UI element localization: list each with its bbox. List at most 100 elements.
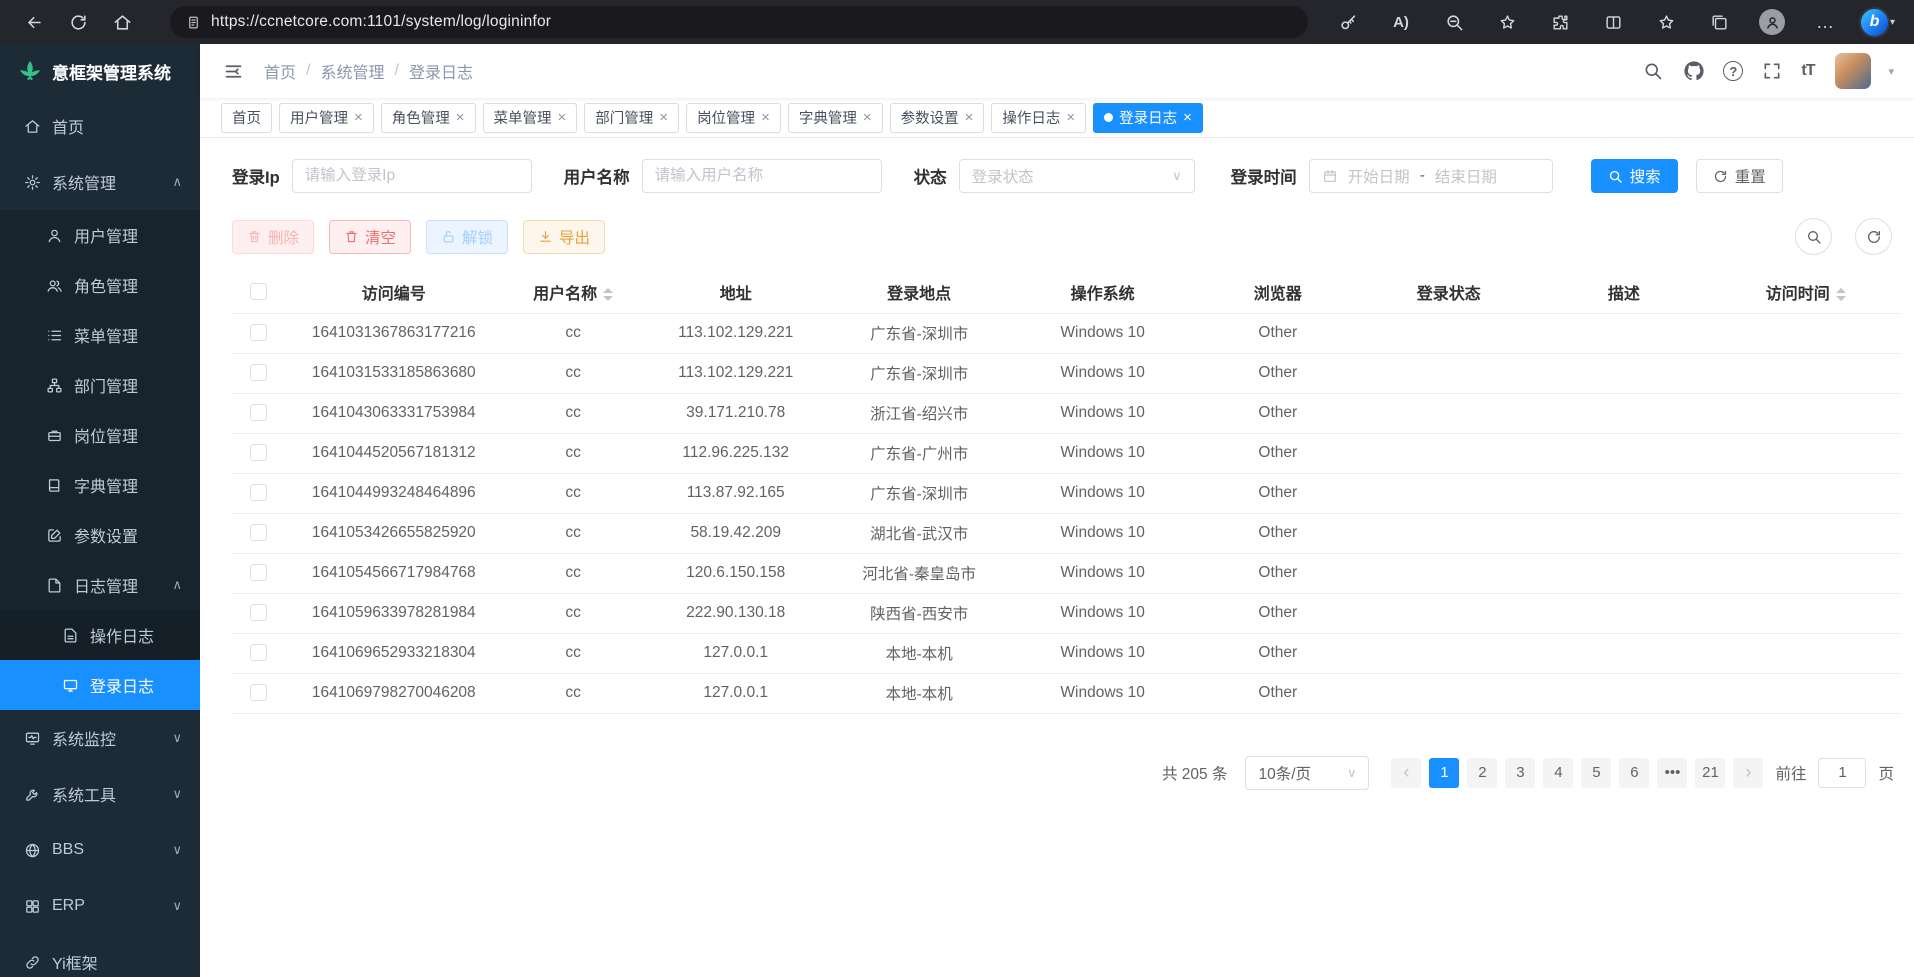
status-select[interactable]: 登录状态 ∨	[959, 159, 1195, 193]
tab-post-management[interactable]: 岗位管理×	[686, 103, 781, 133]
sidebar-item-yi-framework[interactable]: Yi框架	[0, 934, 200, 977]
row-checkbox[interactable]	[250, 484, 267, 501]
search-button[interactable]: 搜索	[1591, 159, 1678, 193]
next-page-button[interactable]: ›	[1733, 758, 1763, 788]
read-aloud-button[interactable]: A)	[1379, 4, 1423, 40]
page-button-1[interactable]: 1	[1429, 758, 1459, 788]
tab-operation-log[interactable]: 操作日志×	[991, 103, 1086, 133]
breadcrumb-system-management[interactable]: 系统管理	[320, 59, 384, 83]
password-key-button[interactable]	[1326, 4, 1370, 40]
export-button[interactable]: 导出	[523, 220, 605, 254]
tab-home[interactable]: 首页	[221, 103, 272, 133]
page-button-3[interactable]: 3	[1505, 758, 1535, 788]
browser-profile-button[interactable]	[1750, 4, 1794, 40]
help-button[interactable]: ?	[1723, 61, 1743, 81]
collections-button[interactable]	[1697, 4, 1741, 40]
page-button-4[interactable]: 4	[1543, 758, 1573, 788]
username-input[interactable]	[655, 167, 869, 185]
date-range-picker[interactable]: 开始日期 - 结束日期	[1309, 159, 1553, 193]
browser-menu-button[interactable]: …	[1803, 4, 1847, 40]
add-favorite-button[interactable]	[1485, 4, 1529, 40]
close-icon[interactable]: ×	[659, 110, 668, 125]
select-all-checkbox[interactable]	[250, 283, 267, 300]
sidebar-item-home[interactable]: 首页	[0, 98, 200, 154]
sidebar-item-system-management[interactable]: 系统管理 ∧	[0, 154, 200, 210]
sidebar-item-operation-log[interactable]: 操作日志	[0, 610, 200, 660]
sidebar-item-user-management[interactable]: 用户管理	[0, 210, 200, 260]
row-checkbox[interactable]	[250, 644, 267, 661]
address-bar[interactable]: https://ccnetcore.com:1101/system/log/lo…	[170, 6, 1308, 38]
jump-page-input[interactable]	[1818, 758, 1866, 788]
row-checkbox[interactable]	[250, 324, 267, 341]
sidebar-item-dict-management[interactable]: 字典管理	[0, 460, 200, 510]
tab-param-settings[interactable]: 参数设置×	[890, 103, 985, 133]
sort-icon[interactable]	[1836, 288, 1846, 301]
page-button-21[interactable]: 21	[1695, 758, 1725, 788]
user-avatar[interactable]	[1835, 53, 1871, 89]
fullscreen-button[interactable]	[1760, 59, 1784, 83]
page-size-select[interactable]: 10条/页 ∨	[1245, 756, 1369, 790]
sidebar-item-menu-management[interactable]: 菜单管理	[0, 310, 200, 360]
row-checkbox[interactable]	[250, 364, 267, 381]
tab-dept-management[interactable]: 部门管理×	[584, 103, 679, 133]
tab-user-management[interactable]: 用户管理×	[279, 103, 374, 133]
zoom-out-button[interactable]	[1432, 4, 1476, 40]
reset-button[interactable]: 重置	[1696, 159, 1783, 193]
sidebar-toggle-button[interactable]	[214, 52, 252, 90]
avatar-caret-icon[interactable]: ▾	[1888, 65, 1894, 78]
page-info-icon[interactable]	[186, 15, 201, 30]
split-screen-button[interactable]	[1591, 4, 1635, 40]
sidebar-item-param-settings[interactable]: 参数设置	[0, 510, 200, 560]
sidebar-item-system-tools[interactable]: 系统工具 ∨	[0, 766, 200, 822]
column-access-time[interactable]: 访问时间	[1711, 271, 1900, 313]
row-checkbox[interactable]	[250, 564, 267, 581]
sidebar-item-role-management[interactable]: 角色管理	[0, 260, 200, 310]
page-button-5[interactable]: 5	[1581, 758, 1611, 788]
clear-button[interactable]: 清空	[329, 220, 411, 254]
row-checkbox[interactable]	[250, 684, 267, 701]
close-icon[interactable]: ×	[965, 110, 974, 125]
page-button-2[interactable]: 2	[1467, 758, 1497, 788]
header-search-button[interactable]	[1641, 59, 1665, 83]
font-size-button[interactable]: tT	[1801, 62, 1814, 80]
sidebar-item-login-log[interactable]: 登录日志	[0, 660, 200, 710]
end-date-placeholder[interactable]: 结束日期	[1435, 165, 1497, 187]
row-checkbox[interactable]	[250, 604, 267, 621]
sort-icon[interactable]	[603, 288, 613, 301]
refresh-table-button[interactable]	[1855, 218, 1892, 255]
extensions-button[interactable]	[1538, 4, 1582, 40]
github-button[interactable]	[1682, 59, 1706, 83]
row-checkbox[interactable]	[250, 444, 267, 461]
more-pages-button[interactable]: •••	[1657, 758, 1687, 788]
close-icon[interactable]: ×	[354, 110, 363, 125]
start-date-placeholder[interactable]: 开始日期	[1348, 165, 1410, 187]
page-button-6[interactable]: 6	[1619, 758, 1649, 788]
favorites-button[interactable]	[1644, 4, 1688, 40]
url-text[interactable]: https://ccnetcore.com:1101/system/log/lo…	[211, 13, 551, 31]
browser-back-button[interactable]	[12, 4, 56, 40]
close-icon[interactable]: ×	[863, 110, 872, 125]
sidebar-item-erp[interactable]: ERP ∨	[0, 878, 200, 934]
login-ip-input[interactable]	[305, 167, 519, 185]
close-icon[interactable]: ×	[558, 110, 567, 125]
tab-role-management[interactable]: 角色管理×	[381, 103, 476, 133]
browser-home-button[interactable]	[100, 4, 144, 40]
delete-button[interactable]: 删除	[232, 220, 314, 254]
breadcrumb-home[interactable]: 首页	[264, 59, 296, 83]
close-icon[interactable]: ×	[1066, 110, 1075, 125]
sidebar-item-dept-management[interactable]: 部门管理	[0, 360, 200, 410]
prev-page-button[interactable]: ‹	[1391, 758, 1421, 788]
row-checkbox[interactable]	[250, 404, 267, 421]
sidebar-item-bbs[interactable]: BBS ∨	[0, 822, 200, 878]
sidebar-item-system-monitor[interactable]: 系统监控 ∨	[0, 710, 200, 766]
close-icon[interactable]: ×	[761, 110, 770, 125]
tab-login-log[interactable]: 登录日志×	[1093, 103, 1203, 133]
sidebar-item-post-management[interactable]: 岗位管理	[0, 410, 200, 460]
tab-dict-management[interactable]: 字典管理×	[788, 103, 883, 133]
sidebar-item-log-management[interactable]: 日志管理 ∧	[0, 560, 200, 610]
column-username[interactable]: 用户名称	[502, 271, 644, 313]
unlock-button[interactable]: 解锁	[426, 220, 508, 254]
close-icon[interactable]: ×	[1183, 110, 1192, 125]
browser-refresh-button[interactable]	[56, 4, 100, 40]
toggle-search-button[interactable]	[1795, 218, 1832, 255]
